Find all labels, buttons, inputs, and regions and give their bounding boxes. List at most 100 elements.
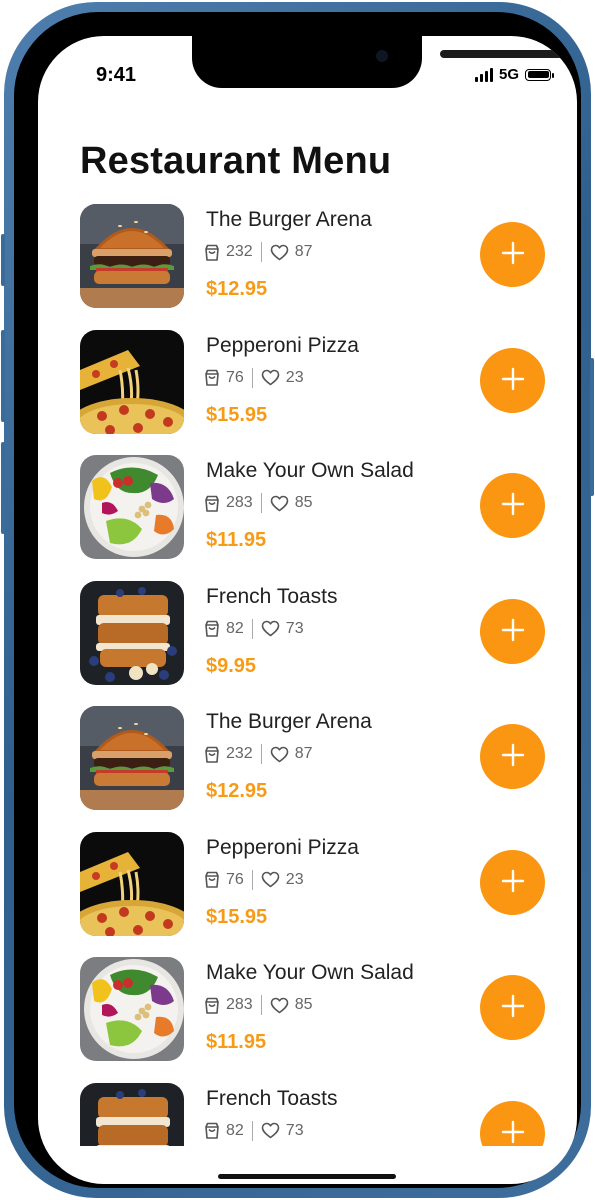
app-screen: 9:41 5G Restaurant Menu The Burger Arena [38, 36, 577, 1184]
plus-icon [501, 367, 525, 394]
stats-divider [260, 744, 262, 764]
item-stats: 283 85 [204, 493, 313, 513]
item-name: French Toasts [206, 1086, 338, 1110]
shopping-bag-icon [204, 1122, 220, 1139]
shopping-bag-icon [204, 620, 220, 637]
front-camera [376, 50, 388, 62]
menu-item-7[interactable]: Make Your Own Salad 283 85 $11.95 [38, 955, 577, 1081]
pizza-image [80, 329, 184, 434]
orders-count: 76 [226, 870, 244, 888]
shopping-bag-icon [204, 369, 220, 386]
shopping-bag-icon [204, 746, 220, 763]
item-price: $15.95 [206, 403, 268, 426]
add-to-cart-button[interactable] [480, 222, 545, 287]
salad-image [80, 957, 184, 1061]
menu-item-4[interactable]: French Toasts 82 73 $9.95 [38, 579, 577, 705]
plus-icon [501, 743, 525, 770]
item-price: $15.95 [206, 905, 268, 928]
mute-switch [1, 234, 5, 286]
heart-icon[interactable] [270, 997, 289, 1014]
add-to-cart-button[interactable] [480, 1100, 545, 1147]
likes-count: 87 [294, 745, 313, 762]
status-time: 9:41 [96, 64, 137, 86]
plus-icon [501, 618, 525, 645]
screen-bezel: 9:41 5G Restaurant Menu The Burger Arena [14, 12, 581, 1188]
battery-icon [525, 68, 554, 81]
shopping-bag-icon [204, 997, 220, 1014]
power-button [590, 358, 594, 496]
add-to-cart-button[interactable] [480, 347, 545, 413]
orders-count: 82 [226, 1121, 244, 1139]
orders-count: 232 [226, 745, 253, 762]
menu-item-6[interactable]: Pepperoni Pizza 76 23 $15.95 [38, 830, 577, 956]
menu-item-1[interactable]: The Burger Arena 232 87 $12.95 [38, 202, 577, 328]
orders-count: 232 [226, 243, 253, 260]
orders-count: 82 [226, 619, 244, 637]
add-to-cart-button[interactable] [480, 849, 545, 915]
heart-icon[interactable] [261, 369, 280, 386]
menu-item-8[interactable]: French Toasts 82 73 $9.95 [38, 1081, 577, 1147]
menu-list[interactable]: The Burger Arena 232 87 $12.95 Pepperoni… [38, 202, 577, 1146]
salad-image [80, 455, 184, 559]
item-stats: 232 87 [204, 744, 313, 764]
plus-icon [501, 241, 525, 268]
menu-item-3[interactable]: Make Your Own Salad 283 85 $11.95 [38, 453, 577, 579]
add-to-cart-button[interactable] [480, 724, 545, 789]
page-title: Restaurant Menu [80, 140, 392, 182]
item-name: Make Your Own Salad [206, 961, 414, 984]
item-name: The Burger Arena [206, 208, 372, 231]
likes-count: 23 [285, 870, 304, 888]
item-stats: 76 23 [204, 869, 304, 890]
orders-count: 283 [226, 494, 253, 511]
likes-count: 85 [294, 996, 313, 1013]
plus-icon [501, 994, 525, 1021]
item-stats: 82 73 [204, 618, 304, 639]
item-stats: 76 23 [204, 367, 304, 388]
shopping-bag-icon [204, 244, 220, 261]
stats-divider [251, 869, 253, 890]
item-stats: 283 85 [204, 995, 313, 1015]
heart-icon[interactable] [270, 746, 289, 763]
likes-count: 23 [285, 368, 304, 386]
toast-image [80, 1082, 184, 1146]
phone-frame: 9:41 5G Restaurant Menu The Burger Arena [1, 2, 594, 1198]
item-stats: 82 73 [204, 1120, 304, 1141]
likes-count: 85 [294, 494, 313, 511]
item-price: $12.95 [206, 278, 268, 300]
volume-down-button [1, 442, 5, 534]
plus-icon [501, 492, 525, 519]
shopping-bag-icon [204, 871, 220, 888]
likes-count: 87 [294, 243, 313, 260]
menu-item-2[interactable]: Pepperoni Pizza 76 23 $15.95 [38, 328, 577, 454]
plus-icon [501, 1120, 525, 1147]
heart-icon[interactable] [261, 1122, 280, 1139]
home-indicator[interactable] [218, 1174, 396, 1179]
signal-icon [474, 67, 493, 82]
heart-icon[interactable] [270, 495, 289, 512]
stats-divider [260, 242, 262, 262]
burger-image [80, 706, 184, 810]
item-name: The Burger Arena [206, 710, 372, 733]
stats-divider [260, 995, 262, 1015]
stats-divider [251, 367, 253, 388]
toast-image [80, 580, 184, 685]
item-name: Pepperoni Pizza [206, 835, 359, 859]
heart-icon[interactable] [261, 620, 280, 637]
status-indicators: 5G [474, 66, 554, 83]
likes-count: 73 [285, 619, 304, 637]
item-price: $9.95 [206, 654, 257, 677]
orders-count: 283 [226, 996, 253, 1013]
item-name: French Toasts [206, 584, 338, 608]
orders-count: 76 [226, 368, 244, 386]
add-to-cart-button[interactable] [480, 975, 545, 1040]
heart-icon[interactable] [261, 871, 280, 888]
menu-item-5[interactable]: The Burger Arena 232 87 $12.95 [38, 704, 577, 830]
heart-icon[interactable] [270, 244, 289, 261]
notch [192, 36, 564, 88]
burger-image [80, 204, 184, 308]
add-to-cart-button[interactable] [480, 473, 545, 538]
item-name: Pepperoni Pizza [206, 333, 359, 357]
add-to-cart-button[interactable] [480, 598, 545, 664]
stats-divider [260, 493, 262, 513]
item-price: $11.95 [206, 1031, 267, 1053]
